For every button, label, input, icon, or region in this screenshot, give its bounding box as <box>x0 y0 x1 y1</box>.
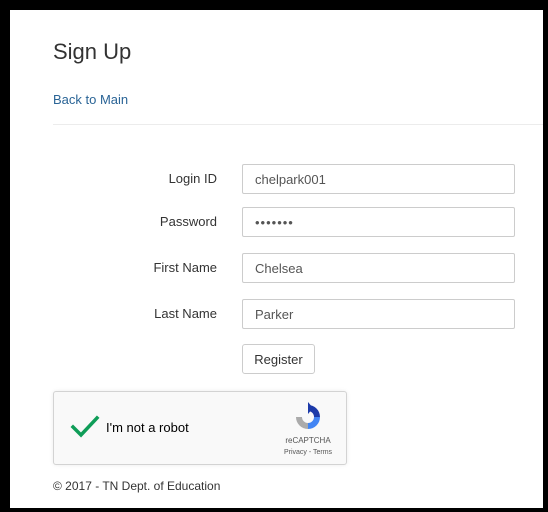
login-id-row: Login ID <box>10 164 543 194</box>
footer-copyright: © 2017 - TN Dept. of Education <box>53 479 221 493</box>
password-input[interactable] <box>242 207 515 237</box>
recaptcha-logo-icon <box>292 401 324 433</box>
recaptcha-terms-link[interactable]: Terms <box>313 449 332 456</box>
recaptcha-checkmark-icon[interactable] <box>70 414 100 440</box>
password-row: Password <box>10 207 543 237</box>
signup-page: Sign Up Back to Main Login ID Password F… <box>10 10 543 508</box>
recaptcha-links: Privacy - Terms <box>270 449 346 456</box>
last-name-row: Last Name <box>10 299 543 329</box>
login-id-label: Login ID <box>168 171 217 186</box>
recaptcha-brand: reCAPTCHA <box>285 436 331 445</box>
page-title: Sign Up <box>53 39 132 64</box>
recaptcha-widget: I'm not a robot reCAPTCHA Privacy - Term… <box>53 391 347 465</box>
header-divider <box>53 124 543 125</box>
first-name-label: First Name <box>153 260 217 275</box>
last-name-label: Last Name <box>154 306 217 321</box>
recaptcha-label: I'm not a robot <box>106 420 189 435</box>
first-name-input[interactable] <box>242 253 515 283</box>
login-id-input[interactable] <box>242 164 515 194</box>
password-label: Password <box>159 214 217 229</box>
recaptcha-privacy-link[interactable]: Privacy <box>284 449 307 456</box>
back-to-main-link[interactable]: Back to Main <box>53 92 128 107</box>
first-name-row: First Name <box>10 253 543 283</box>
last-name-input[interactable] <box>242 299 515 329</box>
register-button[interactable]: Register <box>242 344 315 374</box>
